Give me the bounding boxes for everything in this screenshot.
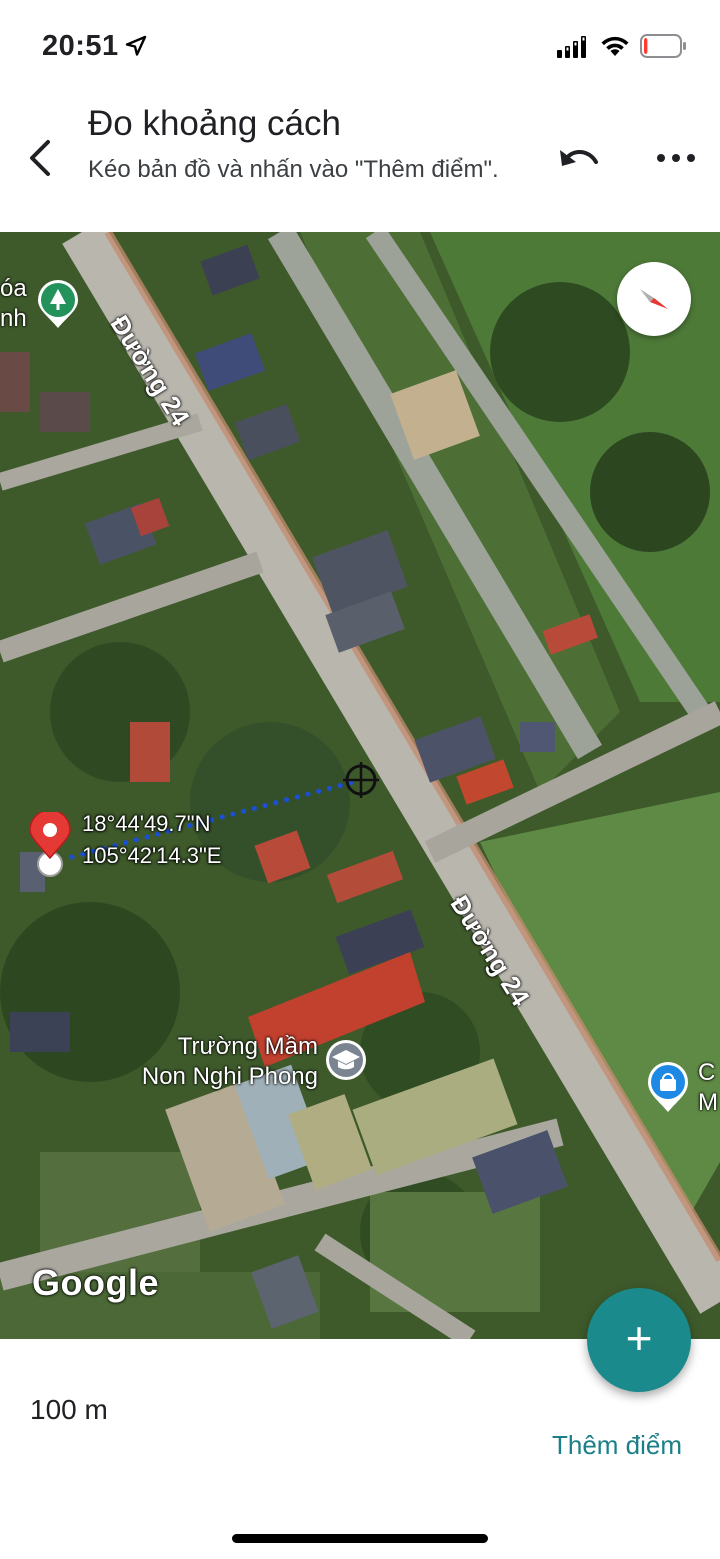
shopping-poi-icon[interactable] (646, 1062, 690, 1114)
cellular-signal-icon (557, 36, 586, 58)
school-poi-icon[interactable] (324, 1038, 368, 1082)
location-arrow-icon (125, 35, 147, 56)
crosshair-icon (343, 762, 379, 798)
compass-button[interactable] (617, 262, 691, 336)
coordinate-label-lat: 18°44'49.7"N (82, 811, 211, 836)
wifi-icon (601, 36, 629, 56)
status-bar: 20:51 (0, 0, 720, 90)
arrow-back-icon (30, 140, 50, 176)
coordinate-label-lng: 105°42'14.3"E (82, 843, 222, 868)
plus-icon: + (625, 1312, 653, 1364)
page-subtitle: Kéo bản đồ và nhấn vào "Thêm điểm". (88, 156, 499, 183)
app-header: Đo khoảng cách Kéo bản đồ và nhấn vào "T… (0, 90, 720, 232)
back-button[interactable] (20, 136, 64, 180)
more-options-button[interactable] (654, 146, 698, 170)
status-time: 20:51 (42, 30, 119, 62)
undo-icon (560, 150, 598, 166)
add-point-button[interactable]: Thêm điểm (552, 1430, 682, 1461)
google-attribution: Google (32, 1262, 159, 1303)
battery-icon (640, 34, 686, 58)
satellite-map[interactable]: 18°44'49.7"N 105°42'14.3"E Đường 24 Đườn… (0, 232, 720, 1339)
distance-readout: 100 m (30, 1394, 108, 1425)
home-indicator (232, 1534, 488, 1543)
page-title: Đo khoảng cách (88, 104, 341, 143)
undo-button[interactable] (556, 142, 604, 178)
place-label-partial-right: C M (698, 1059, 718, 1116)
park-poi-icon[interactable] (36, 280, 80, 330)
compass-icon (640, 289, 668, 309)
start-pin-icon (29, 812, 71, 877)
more-dots-icon (657, 154, 695, 162)
add-point-fab[interactable]: + (587, 1288, 691, 1392)
place-label-school[interactable]: Trường Mầm Non Nghi Phong (122, 1032, 318, 1092)
place-label-partial-top: óa nh (0, 275, 27, 332)
